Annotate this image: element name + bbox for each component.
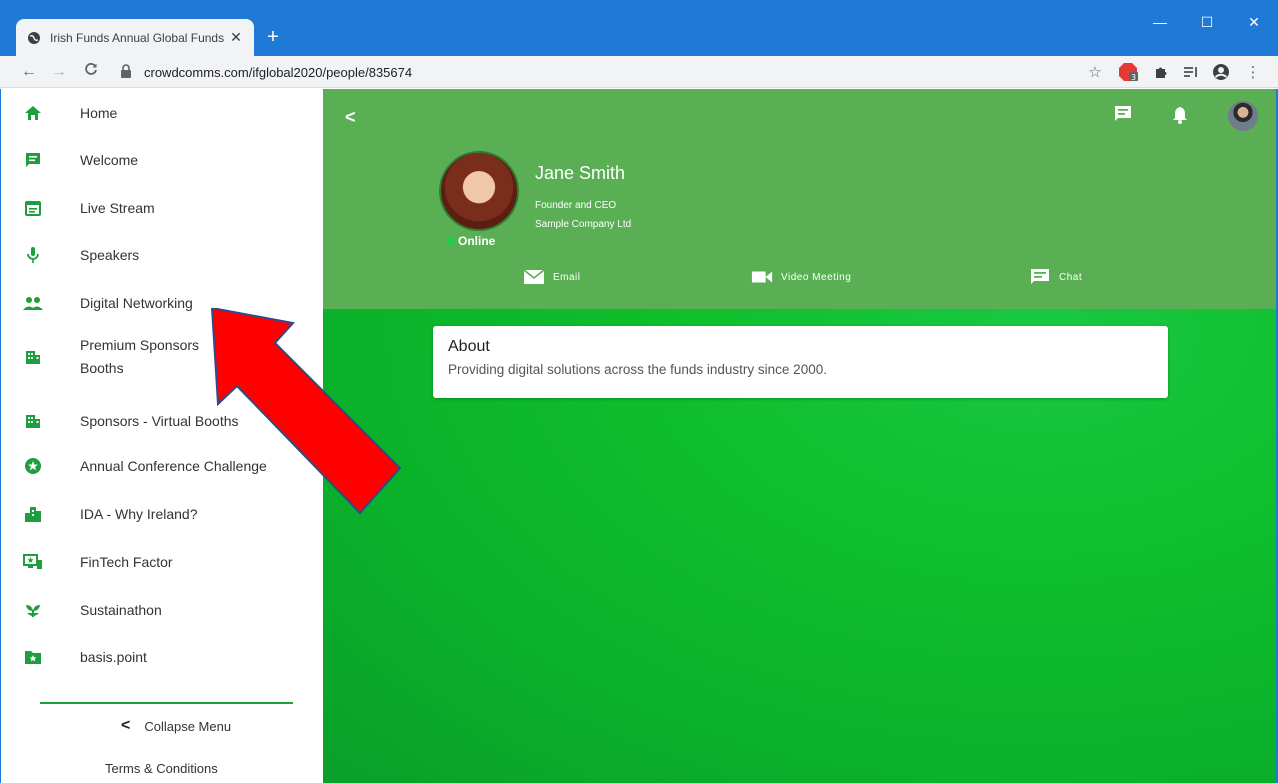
menu-dots-icon[interactable]: ⋮ <box>1242 61 1264 83</box>
close-window-button[interactable]: ✕ <box>1239 12 1269 32</box>
chevron-left-icon: < <box>121 717 131 734</box>
profile-name: Jane Smith <box>535 163 626 183</box>
building-icon <box>23 411 43 431</box>
chat-bubble-icon <box>1029 269 1051 285</box>
profile-title: Founder and CEO <box>535 200 617 211</box>
tab-title: Irish Funds Annual Global Funds <box>50 30 225 45</box>
sidebar-item-welcome[interactable]: Welcome <box>1 150 323 170</box>
sidebar-item-basis-point[interactable]: basis.point <box>1 647 323 667</box>
profile-photo <box>439 151 519 231</box>
about-heading: About <box>448 338 490 355</box>
calendar-icon <box>23 198 43 218</box>
sidebar-item-home[interactable]: Home <box>1 103 323 123</box>
browser-titlebar: Irish Funds Annual Global Funds ✕ + — ☐ … <box>0 0 1278 56</box>
star-bookmark-icon[interactable]: ☆ <box>1084 61 1106 83</box>
user-avatar[interactable] <box>1228 101 1258 131</box>
people-icon <box>23 293 43 313</box>
reload-icon[interactable] <box>80 61 102 83</box>
back-chevron-icon[interactable]: < <box>345 107 356 128</box>
video-meeting-button[interactable]: Video Meeting <box>751 269 851 285</box>
svg-text:3: 3 <box>1131 73 1136 82</box>
about-text: Providing digital solutions across the f… <box>448 362 827 377</box>
chat-label: Chat <box>1059 271 1083 283</box>
minimize-button[interactable]: — <box>1145 12 1175 32</box>
globe-icon <box>26 30 42 46</box>
main-content: < Online Jane Smith Founder and CEO Samp… <box>323 89 1278 783</box>
annotation-arrow-icon <box>210 308 402 515</box>
account-icon[interactable] <box>1210 61 1232 83</box>
online-dot-icon <box>447 237 455 245</box>
back-arrow-icon[interactable]: ← <box>18 61 40 83</box>
video-meeting-label: Video Meeting <box>781 271 852 283</box>
reading-list-icon[interactable] <box>1180 61 1202 83</box>
email-button[interactable]: Email <box>523 269 581 285</box>
address-bar[interactable]: crowdcomms.com/ifglobal2020/people/83567… <box>120 60 1090 84</box>
envelope-icon <box>523 269 545 285</box>
profile-company: Sample Company Ltd <box>535 219 632 230</box>
devices-icon <box>23 552 43 572</box>
folder-star-icon <box>23 647 43 667</box>
chat-icon[interactable] <box>1113 104 1135 126</box>
sidebar-item-label: basis.point <box>80 649 147 665</box>
collapse-menu-label: Collapse Menu <box>144 718 232 734</box>
browser-tab[interactable]: Irish Funds Annual Global Funds ✕ <box>16 19 254 56</box>
sprout-icon <box>23 600 43 620</box>
url-text: crowdcomms.com/ifglobal2020/people/83567… <box>144 64 413 80</box>
sidebar-item-live-stream[interactable]: Live Stream <box>1 198 323 218</box>
email-label: Email <box>553 271 581 283</box>
sidebar-item-label: IDA - Why Ireland? <box>80 506 198 522</box>
puzzle-extension-icon[interactable] <box>1150 61 1172 83</box>
forward-arrow-icon[interactable]: → <box>48 61 70 83</box>
sidebar-item-label: Live Stream <box>80 200 155 216</box>
building-icon <box>23 347 43 367</box>
video-camera-icon <box>751 269 773 285</box>
terms-link[interactable]: Terms & Conditions <box>105 761 218 776</box>
sidebar-item-label: Speakers <box>80 247 140 263</box>
star-circle-icon <box>23 456 43 476</box>
browser-toolbar: ← → crowdcomms.com/ifglobal2020/people/8… <box>0 56 1278 88</box>
microphone-icon <box>23 245 43 265</box>
sidebar-item-label: Home <box>80 105 118 121</box>
city-icon <box>23 504 43 524</box>
tab-close-button[interactable]: ✕ <box>228 29 244 46</box>
message-icon <box>23 150 43 170</box>
chat-button[interactable]: Chat <box>1029 269 1082 285</box>
sidebar-item-sustainathon[interactable]: Sustainathon <box>1 600 323 620</box>
profile-header: < Online Jane Smith Founder and CEO Samp… <box>323 89 1276 309</box>
sidebar-item-speakers[interactable]: Speakers <box>1 245 323 265</box>
maximize-button[interactable]: ☐ <box>1192 12 1222 32</box>
adblock-extension-icon[interactable]: 3 <box>1118 61 1140 83</box>
collapse-menu-button[interactable]: < Collapse Menu <box>121 716 231 736</box>
bell-icon[interactable] <box>1171 105 1193 127</box>
sidebar-item-label: Welcome <box>80 152 139 168</box>
online-status-text: Online <box>458 234 496 248</box>
sidebar-divider <box>40 702 293 704</box>
sidebar-item-label: Sustainathon <box>80 602 162 618</box>
new-tab-button[interactable]: + <box>262 27 284 49</box>
sidebar-item-fintech-factor[interactable]: FinTech Factor <box>1 552 323 572</box>
sidebar-item-label-line2: Booths <box>80 360 124 376</box>
sidebar-item-label: Premium Sponsors <box>80 337 200 353</box>
sidebar-item-label: FinTech Factor <box>80 554 173 570</box>
home-icon <box>23 103 43 123</box>
online-status: Online <box>447 234 495 248</box>
lock-icon <box>120 64 136 80</box>
sidebar-item-label: Digital Networking <box>80 295 193 311</box>
about-card: About Providing digital solutions across… <box>433 326 1168 398</box>
